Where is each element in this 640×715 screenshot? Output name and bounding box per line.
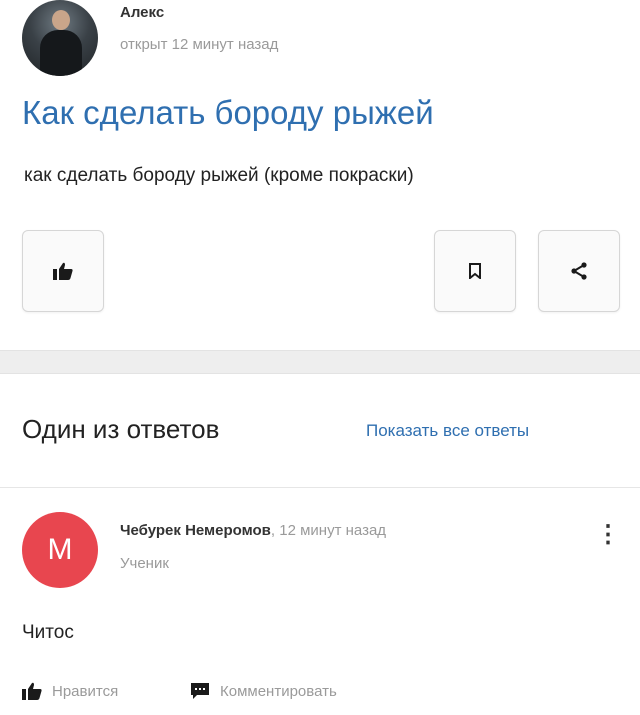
- share-icon: [571, 262, 587, 280]
- bookmark-icon: [469, 263, 481, 279]
- answer-avatar[interactable]: М: [22, 512, 98, 588]
- like-button[interactable]: [22, 230, 104, 312]
- answerer-meta: Чебурек Немеромов, 12 минут назад: [120, 522, 386, 539]
- comment-label: Комментировать: [220, 682, 337, 700]
- answerer-name[interactable]: Чебурек Немеромов: [120, 522, 271, 539]
- answerer-rank: Ученик: [120, 555, 169, 572]
- more-options-icon[interactable]: ⋮: [596, 520, 620, 550]
- question-body: как сделать бороду рыжей (кроме покраски…: [24, 165, 414, 186]
- comment-button[interactable]: Комментировать: [190, 682, 337, 700]
- comment-icon: [190, 682, 210, 700]
- post-time: открыт 12 минут назад: [120, 36, 279, 53]
- thumbs-up-icon: [22, 682, 42, 700]
- answer-text: Читос: [22, 622, 74, 643]
- question-title: Как сделать бороду рыжей: [22, 94, 434, 131]
- author-name[interactable]: Алекс: [120, 4, 164, 21]
- show-all-answers-link[interactable]: Показать все ответы: [366, 421, 529, 441]
- thumbs-up-icon: [53, 262, 73, 280]
- answer-time: 12 минут назад: [279, 522, 387, 539]
- answers-heading: Один из ответов: [22, 414, 220, 444]
- like-label: Нравится: [52, 682, 119, 700]
- avatar-letter: М: [47, 533, 73, 566]
- bookmark-button[interactable]: [434, 230, 516, 312]
- answer-separator: [0, 487, 640, 488]
- author-avatar[interactable]: [22, 0, 98, 76]
- answerer-separator: ,: [270, 522, 276, 539]
- answer-like-button[interactable]: Нравится: [22, 682, 118, 700]
- share-button[interactable]: [538, 230, 620, 312]
- section-divider: [0, 350, 640, 374]
